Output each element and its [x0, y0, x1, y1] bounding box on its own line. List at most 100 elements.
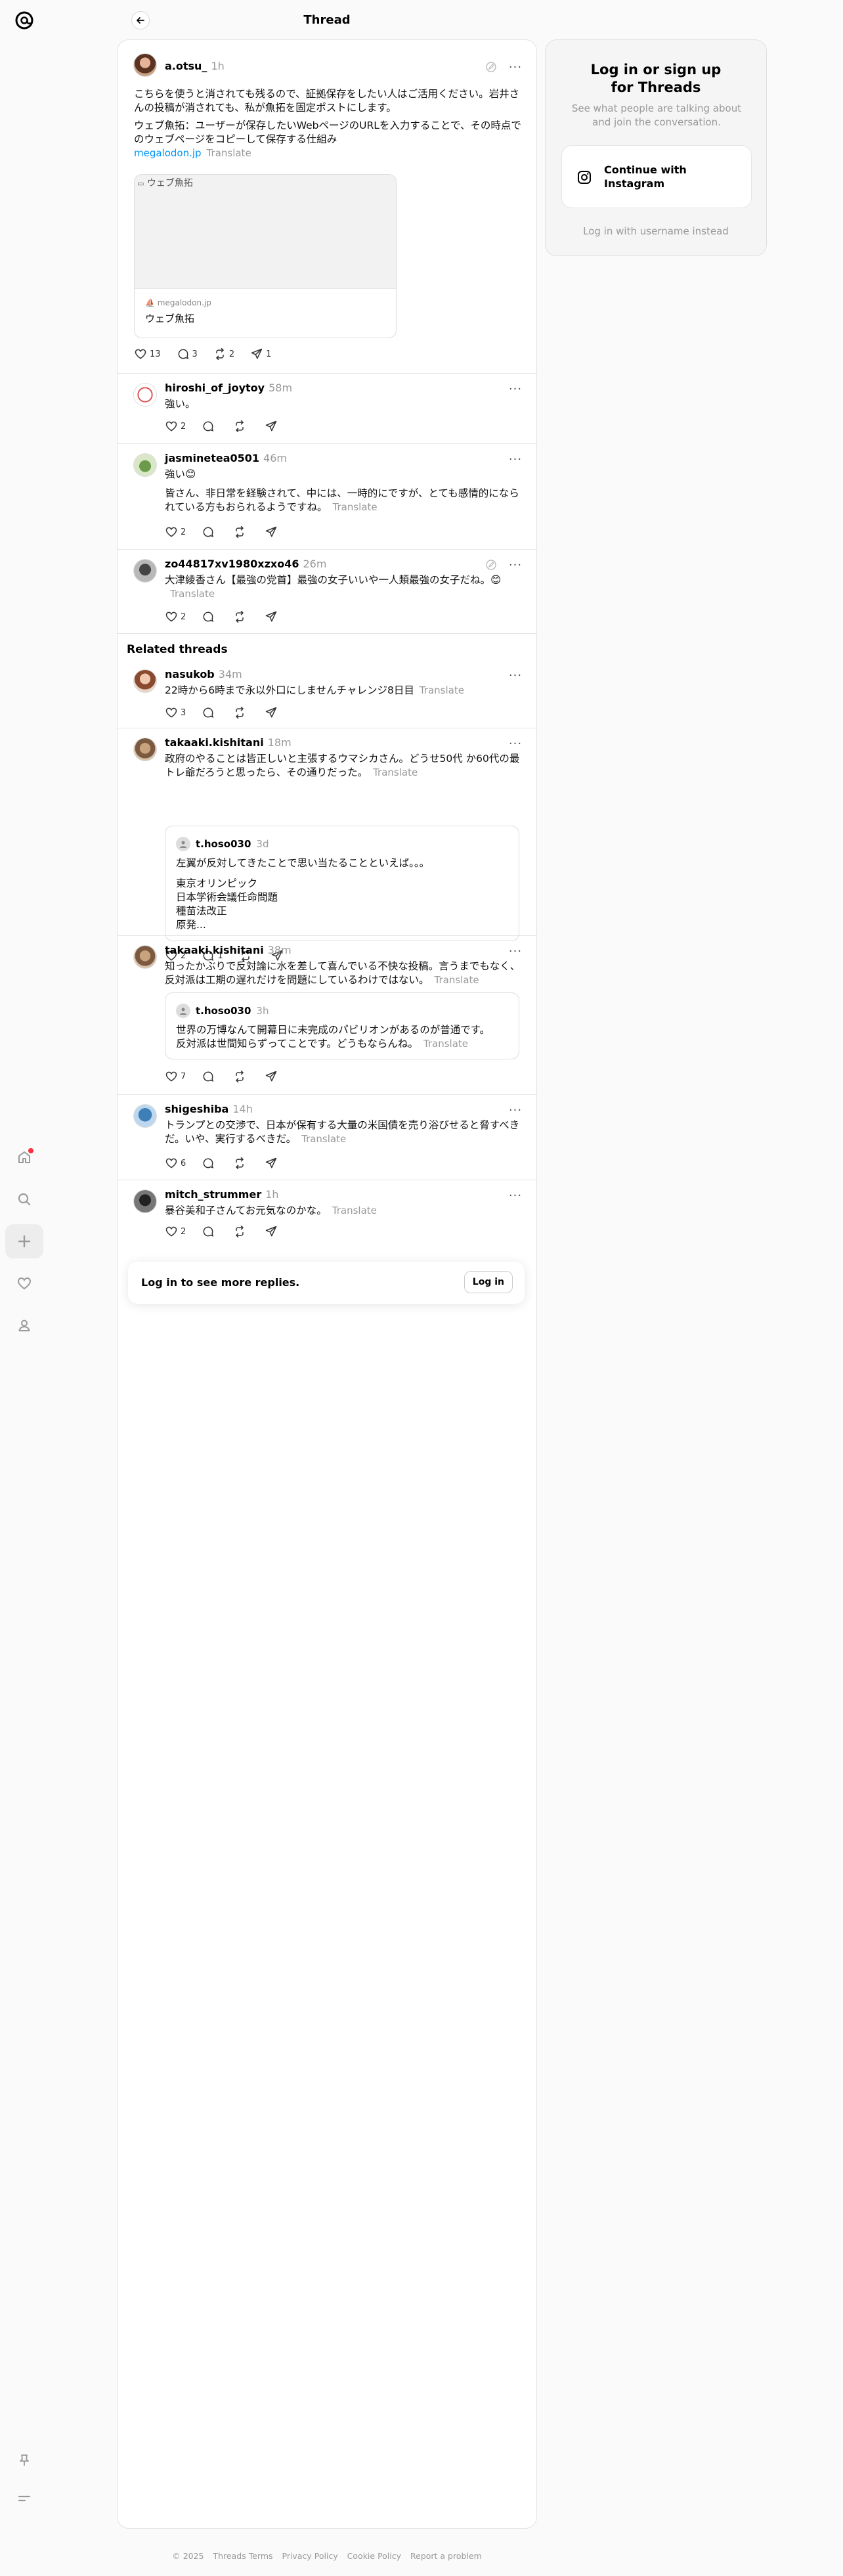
post-username[interactable]: shigeshiba	[165, 1103, 228, 1115]
reply-button[interactable]	[202, 525, 217, 539]
post-time: 18m	[267, 736, 292, 749]
post-link[interactable]: megalodon.jp	[134, 147, 202, 159]
like-button[interactable]: 2	[165, 525, 186, 539]
like-button[interactable]: 3	[165, 706, 186, 719]
reply-post: hiroshi_of_joytoy 58m ··· 強い。 2	[118, 374, 536, 444]
post-username[interactable]: takaaki.kishitani	[165, 736, 264, 749]
menu-icon[interactable]	[5, 2481, 43, 2516]
pin-icon[interactable]	[5, 2443, 43, 2477]
edit-icon	[486, 560, 496, 570]
reply-button[interactable]	[202, 1157, 217, 1170]
translate-link[interactable]: Translate	[435, 974, 479, 986]
avatar[interactable]	[133, 453, 157, 477]
like-button[interactable]: 2	[165, 1225, 186, 1238]
avatar[interactable]	[133, 1104, 157, 1128]
reply-button[interactable]	[202, 610, 217, 623]
avatar[interactable]	[133, 53, 157, 77]
footer-link-report[interactable]: Report a problem	[410, 2551, 482, 2561]
share-button[interactable]	[265, 1070, 280, 1083]
post-username[interactable]: a.otsu_	[165, 60, 207, 72]
share-button[interactable]	[265, 525, 280, 539]
repost-button[interactable]	[233, 420, 249, 433]
avatar[interactable]	[133, 559, 157, 583]
repost-button[interactable]	[233, 1225, 249, 1238]
repost-button[interactable]	[233, 610, 249, 623]
quoted-post[interactable]: t.hoso030 3d 左翼が反対してきたことで思い当たることといえば。。。 東…	[165, 826, 519, 941]
footer-link-terms[interactable]: Threads Terms	[213, 2551, 273, 2561]
post-username[interactable]: nasukob	[165, 668, 215, 680]
footer-link-cookie[interactable]: Cookie Policy	[347, 2551, 401, 2561]
like-button[interactable]: 7	[165, 1070, 186, 1083]
more-options-icon[interactable]: ···	[508, 382, 523, 396]
share-button[interactable]	[265, 1157, 280, 1170]
repost-button[interactable]	[233, 706, 249, 719]
footer-link-privacy[interactable]: Privacy Policy	[282, 2551, 338, 2561]
share-button[interactable]	[265, 706, 280, 719]
post-text: こちらを使うと消されても残るので、証拠保存をしたい人はご活用ください。岩井さんの…	[134, 88, 520, 114]
more-options-icon[interactable]: ···	[508, 558, 523, 572]
translate-link[interactable]: Translate	[333, 501, 378, 513]
post-username[interactable]: zo44817xv1980xzxo46	[165, 558, 299, 570]
translate-link[interactable]: Translate	[170, 588, 215, 600]
like-button[interactable]: 13	[134, 347, 161, 361]
post-username[interactable]: takaaki.kishitani	[165, 944, 264, 956]
quote-username[interactable]: t.hoso030	[196, 838, 251, 850]
more-options-icon[interactable]: ···	[508, 60, 523, 74]
avatar[interactable]	[133, 738, 157, 761]
avatar[interactable]	[133, 945, 157, 969]
home-icon[interactable]	[5, 1140, 43, 1174]
repost-icon	[215, 347, 224, 361]
share-button[interactable]: 1	[250, 347, 271, 361]
reply-button[interactable]	[202, 1070, 217, 1083]
activity-heart-icon[interactable]	[5, 1266, 43, 1300]
username-login-link[interactable]: Log in with username instead	[546, 225, 766, 237]
related-post: mitch_strummer 1h ··· 暴谷美和子さんてお元気なのかな。 Tra…	[118, 1180, 536, 1251]
like-button[interactable]: 2	[165, 420, 186, 433]
translate-link[interactable]: Translate	[332, 1205, 377, 1216]
share-button[interactable]	[265, 610, 280, 623]
like-button[interactable]: 2	[165, 610, 186, 623]
like-button[interactable]: 6	[165, 1157, 186, 1170]
post-time: 46m	[263, 452, 287, 464]
login-button[interactable]: Log in	[464, 1271, 513, 1293]
quoted-post[interactable]: t.hoso030 3h 世界の万博なんて開幕日に未完成のパビリオンがあるのが普通…	[165, 992, 519, 1059]
translate-link[interactable]: Translate	[420, 684, 464, 696]
notification-dot	[28, 1148, 33, 1153]
more-options-icon[interactable]: ···	[508, 737, 523, 751]
repost-button[interactable]	[233, 1070, 249, 1083]
more-options-icon[interactable]: ···	[508, 453, 523, 466]
translate-link[interactable]: Translate	[207, 147, 251, 159]
reply-button[interactable]	[202, 706, 217, 719]
reply-post: zo44817xv1980xzxo46 26m ··· 大津綾香さん【最強の党首】…	[118, 550, 536, 634]
continue-with-instagram-button[interactable]: Continue with Instagram	[561, 145, 752, 208]
share-button[interactable]	[265, 420, 280, 433]
post-username[interactable]: hiroshi_of_joytoy	[165, 382, 265, 394]
post-username[interactable]: mitch_strummer	[165, 1188, 261, 1201]
quote-time: 3h	[256, 1005, 269, 1017]
more-options-icon[interactable]: ···	[508, 669, 523, 682]
search-icon[interactable]	[5, 1182, 43, 1216]
avatar[interactable]	[133, 383, 157, 407]
quote-username[interactable]: t.hoso030	[196, 1005, 251, 1017]
repost-button[interactable]: 2	[213, 347, 234, 361]
post-username[interactable]: jasminetea0501	[165, 452, 259, 464]
create-post-icon[interactable]	[5, 1224, 43, 1258]
reply-button[interactable]: 3	[177, 347, 198, 361]
translate-link[interactable]: Translate	[373, 766, 418, 778]
more-options-icon[interactable]: ···	[508, 944, 523, 958]
share-button[interactable]	[265, 1225, 280, 1238]
link-preview-card[interactable]: ▭ ウェブ魚拓 ⛵ megalodon.jp ウェブ魚拓	[134, 174, 397, 338]
avatar[interactable]	[133, 669, 157, 693]
reply-button[interactable]	[202, 420, 217, 433]
avatar[interactable]	[133, 1189, 157, 1213]
translate-link[interactable]: Translate	[423, 1038, 468, 1050]
translate-link[interactable]: Translate	[301, 1133, 346, 1145]
repost-button[interactable]	[233, 525, 249, 539]
back-arrow-icon[interactable]	[131, 11, 150, 30]
profile-icon[interactable]	[5, 1308, 43, 1343]
more-options-icon[interactable]: ···	[508, 1103, 523, 1117]
more-options-icon[interactable]: ···	[508, 1189, 523, 1203]
threads-logo-icon[interactable]	[12, 8, 37, 33]
reply-button[interactable]	[202, 1225, 217, 1238]
repost-button[interactable]	[233, 1157, 249, 1170]
